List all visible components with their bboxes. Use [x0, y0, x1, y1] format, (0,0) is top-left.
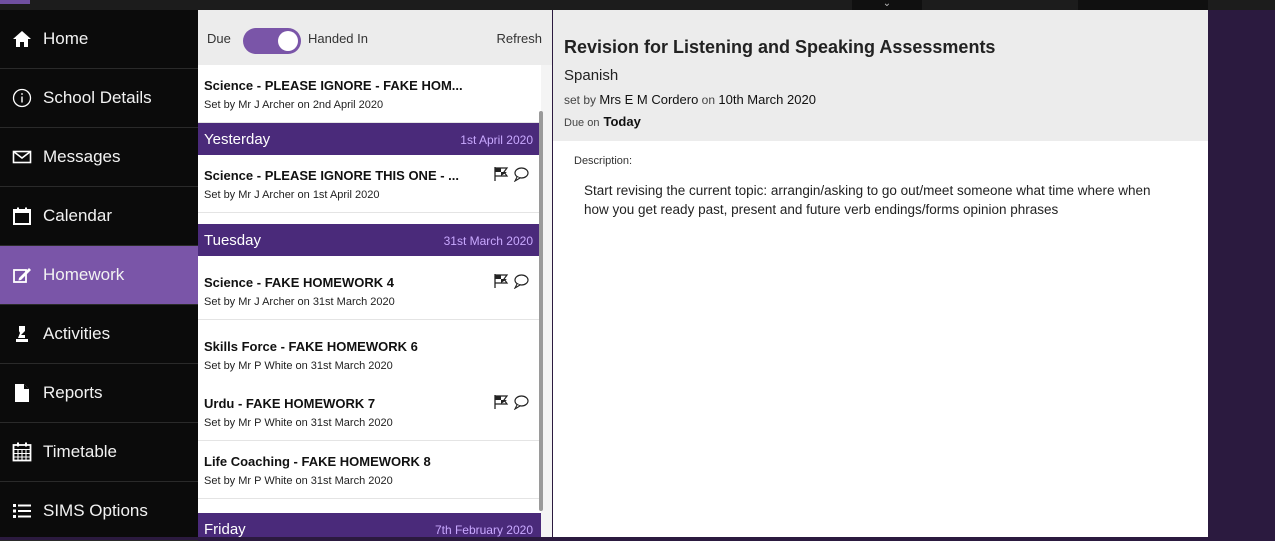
due-value: Today [603, 114, 641, 129]
homework-setby: Set by Mr P White on 31st March 2020 [204, 417, 393, 429]
list-item[interactable]: Urdu - FAKE HOMEWORK 7 Set by Mr P White… [198, 383, 541, 441]
sidebar-item-school-details[interactable]: School Details [0, 69, 198, 128]
separator-day: Tuesday [204, 232, 261, 249]
homework-title: Life Coaching - FAKE HOMEWORK 8 [204, 454, 431, 469]
flag-icon [494, 395, 509, 409]
homework-setby: Set by Mr J Archer on 1st April 2020 [204, 189, 380, 201]
set-by-prefix: set by [564, 93, 597, 107]
flag-icon [494, 274, 509, 288]
sidebar-item-label: Home [43, 29, 89, 48]
homework-title: Skills Force - FAKE HOMEWORK 6 [204, 339, 418, 354]
toggle-knob [278, 31, 298, 51]
pencil-icon [11, 264, 33, 286]
sidebar: Home School Details Messages Calendar Ho… [0, 10, 198, 541]
top-segment [1078, 0, 1208, 10]
sidebar-item-label: Timetable [43, 442, 118, 461]
sidebar-item-label: Calendar [43, 206, 112, 225]
sidebar-item-homework[interactable]: Homework [0, 246, 198, 305]
sidebar-item-label: Messages [43, 147, 121, 166]
homework-setby: Set by Mr P White on 31st March 2020 [204, 360, 393, 372]
sidebar-item-label: Reports [43, 383, 103, 402]
top-accent [0, 0, 30, 4]
chevron-down-icon[interactable]: ⌄ [876, 0, 898, 10]
sidebar-item-sims-options[interactable]: SIMS Options [0, 482, 198, 541]
due-handed-in-toggle[interactable] [243, 28, 301, 54]
sidebar-item-reports[interactable]: Reports [0, 364, 198, 423]
sidebar-item-label: Activities [43, 324, 111, 343]
list-icon [11, 500, 33, 522]
right-margin [1208, 10, 1275, 537]
homework-title: Science - FAKE HOMEWORK 4 [204, 275, 394, 290]
due-label: Due [207, 31, 231, 46]
date-separator: Tuesday 31st March 2020 [198, 224, 541, 256]
sidebar-item-home[interactable]: Home [0, 10, 198, 69]
handed-in-label: Handed In [308, 31, 368, 46]
homework-setby: Set by Mr J Archer on 2nd April 2020 [204, 99, 384, 111]
top-bar: ⌄ [0, 0, 1275, 10]
separator-date: 7th February 2020 [434, 523, 533, 537]
comment-icon [513, 167, 529, 182]
date-separator: Yesterday 1st April 2020 [198, 123, 541, 155]
comment-icon [513, 274, 529, 289]
date-separator: Friday 7th February 2020 [198, 513, 541, 537]
separator-day: Yesterday [204, 131, 271, 148]
homework-title: Science - PLEASE IGNORE THIS ONE - ... [204, 168, 459, 183]
homework-detail-panel: Revision for Listening and Speaking Asse… [553, 10, 1208, 537]
chess-piece-icon [11, 323, 33, 345]
homework-subject: Spanish [564, 67, 619, 84]
sidebar-item-messages[interactable]: Messages [0, 128, 198, 187]
home-icon [11, 28, 33, 50]
list-item[interactable]: Life Coaching - FAKE HOMEWORK 8 Set by M… [198, 441, 541, 499]
list-item[interactable]: Science - PLEASE IGNORE THIS ONE - ... S… [198, 155, 541, 213]
homework-title: Science - PLEASE IGNORE - FAKE HOM... [204, 78, 463, 93]
teacher-name: Mrs E M Cordero [599, 92, 699, 107]
separator-date: 1st April 2020 [460, 133, 533, 147]
sidebar-item-label: School Details [43, 88, 152, 107]
sidebar-item-label: SIMS Options [43, 501, 148, 520]
homework-detail-title: Revision for Listening and Speaking Asse… [564, 37, 996, 57]
homework-setby: Set by Mr P White on 31st March 2020 [204, 475, 393, 487]
envelope-icon [11, 146, 33, 168]
set-date: 10th March 2020 [718, 92, 816, 107]
list-item[interactable]: Science - FAKE HOMEWORK 4 Set by Mr J Ar… [198, 262, 541, 320]
due-prefix: Due on [564, 117, 600, 129]
list-item[interactable]: Skills Force - FAKE HOMEWORK 6 Set by Mr… [198, 326, 541, 384]
refresh-button[interactable]: Refresh [496, 31, 542, 46]
homework-title: Urdu - FAKE HOMEWORK 7 [204, 396, 376, 411]
timetable-icon [11, 441, 33, 463]
sidebar-item-calendar[interactable]: Calendar [0, 187, 198, 246]
detail-header: Revision for Listening and Speaking Asse… [553, 10, 1208, 141]
sidebar-item-activities[interactable]: Activities [0, 305, 198, 364]
homework-set-by: set by Mrs E M Cordero on 10th March 202… [564, 92, 816, 107]
homework-list-panel: Due Handed In Refresh Science - PLEASE I… [198, 10, 552, 537]
homework-setby: Set by Mr J Archer on 31st March 2020 [204, 296, 395, 308]
list-item[interactable]: Science - PLEASE IGNORE - FAKE HOM... Se… [198, 65, 541, 123]
flag-icon [494, 167, 509, 181]
info-icon [11, 87, 33, 109]
description-label: Description: [574, 155, 633, 167]
homework-description: Start revising the current topic: arrang… [584, 183, 1151, 217]
on-word: on [701, 93, 716, 107]
homework-due: Due on Today [564, 114, 641, 129]
list-scrollbar-thumb[interactable] [539, 111, 543, 511]
document-icon [11, 382, 33, 404]
separator-day: Friday [204, 521, 246, 537]
list-header: Due Handed In Refresh [198, 10, 552, 65]
sidebar-item-label: Homework [43, 265, 125, 284]
separator-date: 31st March 2020 [443, 234, 533, 248]
calendar-icon [11, 205, 33, 227]
comment-icon [513, 395, 529, 410]
sidebar-item-timetable[interactable]: Timetable [0, 423, 198, 482]
